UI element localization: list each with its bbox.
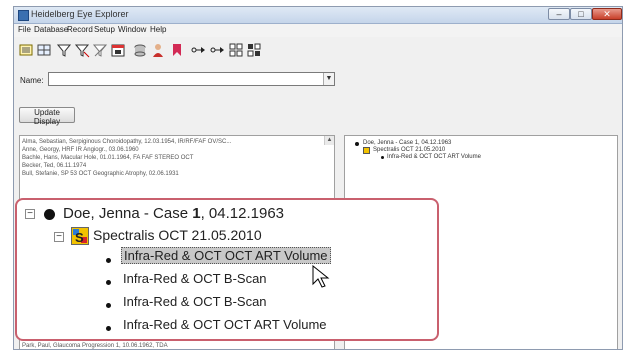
- series-bullet-icon: [106, 326, 111, 331]
- search-input[interactable]: [48, 72, 335, 86]
- minimize-button[interactable]: –: [548, 8, 570, 20]
- calendar-icon[interactable]: [111, 43, 126, 58]
- app-icon: [18, 10, 29, 21]
- menu-window[interactable]: Window: [118, 25, 146, 34]
- zoom-series[interactable]: Infra-Red & OCT OCT ART Volume: [123, 317, 327, 332]
- menu-file[interactable]: File: [18, 25, 31, 34]
- tree-series[interactable]: Infra-Red & OCT OCT ART Volume: [387, 154, 481, 161]
- zoom-study[interactable]: Spectralis OCT 21.05.2010: [93, 227, 262, 243]
- patient-icon[interactable]: [151, 43, 166, 58]
- spectralis-study-icon: [363, 147, 370, 154]
- expand-all-icon[interactable]: [229, 43, 244, 58]
- patient-bullet-icon: [355, 142, 359, 146]
- tree-study[interactable]: Spectralis OCT 21.05.2010: [373, 147, 445, 154]
- zoom-series-selected[interactable]: Infra-Red & OCT OCT ART Volume: [121, 247, 331, 264]
- mouse-cursor-icon: [312, 265, 330, 288]
- zoom-series[interactable]: Infra-Red & OCT B-Scan: [123, 271, 267, 286]
- svg-text:S: S: [75, 230, 84, 245]
- filter-icon[interactable]: [56, 43, 72, 58]
- close-button[interactable]: ✕: [592, 8, 622, 20]
- filter-off-icon[interactable]: [92, 43, 108, 58]
- tree-patient[interactable]: Doe, Jenna - Case 1, 04.12.1963: [363, 140, 451, 147]
- collapse-study-icon[interactable]: −: [54, 232, 64, 242]
- bookmark-icon[interactable]: [170, 43, 185, 58]
- zoom-callout: − Doe, Jenna - Case 1, 04.12.1963 − S Sp…: [15, 198, 439, 341]
- update-display-button[interactable]: Update Display: [19, 107, 75, 126]
- filter-remove-icon[interactable]: [74, 43, 90, 58]
- series-bullet-icon: [106, 280, 111, 285]
- window-title: Heidelberg Eye Explorer: [31, 9, 129, 19]
- spectralis-study-icon: S: [71, 227, 89, 245]
- toolbar: [14, 39, 622, 65]
- menu-database[interactable]: Database: [34, 25, 68, 34]
- series-bullet-icon: [106, 258, 111, 263]
- database-icon[interactable]: [133, 43, 148, 58]
- list-view-icon[interactable]: [19, 43, 34, 58]
- link-forward-icon[interactable]: [210, 43, 225, 58]
- dropdown-arrow-icon[interactable]: ▼: [323, 73, 334, 85]
- zoom-patient-date: , 04.12.1963: [200, 205, 285, 222]
- zoom-case-number: 1: [192, 205, 201, 222]
- grid-view-icon[interactable]: [37, 43, 52, 58]
- menu-bar: File Database Record Setup Window Help: [14, 24, 622, 37]
- series-bullet-icon: [106, 303, 111, 308]
- list-item[interactable]: Park, Paul, Glaucoma Progression 1, 10.0…: [22, 343, 168, 349]
- link-icon[interactable]: [191, 43, 206, 58]
- series-bullet-icon: [381, 156, 384, 159]
- zoom-patient-row[interactable]: Doe, Jenna - Case 1, 04.12.1963: [63, 205, 284, 222]
- list-item[interactable]: Alma, Sebastian, Serpiginous Choroidopat…: [22, 139, 231, 146]
- title-bar: Heidelberg Eye Explorer – □ ✕: [14, 7, 622, 24]
- list-item[interactable]: Anne, Georgy, HRF IR Angiogr., 03.06.196…: [22, 147, 139, 154]
- collapse-all-icon[interactable]: [247, 43, 262, 58]
- zoom-series[interactable]: Infra-Red & OCT B-Scan: [123, 294, 267, 309]
- zoom-patient-name: Doe, Jenna - Case: [63, 205, 193, 222]
- maximize-button[interactable]: □: [570, 8, 592, 20]
- patient-bullet-icon: [44, 209, 55, 220]
- menu-record[interactable]: Record: [67, 25, 93, 34]
- search-label: Name:: [20, 76, 44, 85]
- menu-setup[interactable]: Setup: [94, 25, 115, 34]
- scroll-up-arrow-icon[interactable]: ▲: [324, 136, 334, 145]
- menu-help[interactable]: Help: [150, 25, 166, 34]
- list-item[interactable]: Becker, Ted, 06.11.1974: [22, 163, 86, 170]
- list-item[interactable]: Bull, Stefanie, SP 53 OCT Geographic Atr…: [22, 171, 179, 178]
- list-item[interactable]: Bachle, Hans, Macular Hole, 01.01.1964, …: [22, 155, 193, 162]
- collapse-patient-icon[interactable]: −: [25, 209, 35, 219]
